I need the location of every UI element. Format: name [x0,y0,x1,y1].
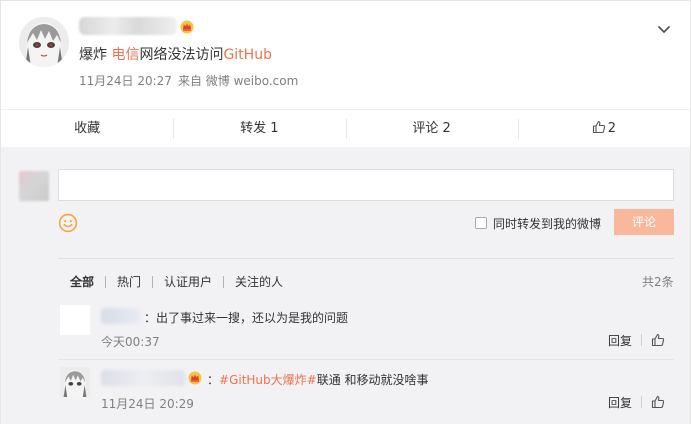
submit-comment-button[interactable]: 评论 [614,209,674,235]
comment-text-rest: 联通 和移动就没啥事 [316,373,429,387]
post-source[interactable]: 来自 微博 weibo.com [178,74,298,88]
filter-separator [152,275,154,288]
comment-input[interactable] [58,169,674,201]
post-text-prefix: 爆炸 [79,47,112,63]
comment-divider [58,359,674,360]
post-text-middle: 网络没法访问 [139,47,224,63]
thumbs-up-icon [592,120,605,133]
post-time[interactable]: 11月24日 20:27 [79,74,172,88]
divider [58,258,674,259]
filter-following[interactable]: 关注的人 [235,273,283,290]
my-avatar [19,171,49,201]
filter-separator [223,275,225,288]
hashtag-link[interactable]: #GitHub大爆炸# [219,373,317,387]
comment-section: 同时转发到我的微博 评论 全部 热门 认证用户 关注的人 共2条 ：出了事过来一… [1,147,690,424]
emoji-icon[interactable] [58,213,78,233]
comment-time: 今天00:37 [101,335,160,349]
commenter-name-blurred[interactable] [101,370,185,386]
forward-checkbox[interactable] [475,217,487,229]
reply-button[interactable]: 回复 [608,394,632,411]
action-separator [641,396,642,408]
action-separator [641,334,642,346]
post-content: 爆炸 电信网络没法访问GitHub [79,44,272,64]
comment-filters: 全部 热门 认证用户 关注的人 [70,273,283,290]
commenter-avatar[interactable] [60,305,90,335]
like-count: 2 [607,120,617,136]
filter-separator [105,275,107,288]
thumbs-up-icon[interactable] [651,395,665,409]
comment-total: 共2条 [642,275,674,289]
repost-label: 转发 1 [240,120,279,136]
vip-crown-icon [188,371,202,385]
favorite-label: 收藏 [74,120,101,136]
commenter-avatar[interactable] [60,367,90,397]
commenter-name-blurred[interactable] [101,308,141,324]
comment-label: 评论 2 [412,120,451,136]
filter-hot[interactable]: 热门 [117,273,141,290]
comment-text: ：出了事过来一搜，还以为是我的问题 [144,311,349,325]
chevron-down-icon[interactable] [656,21,672,37]
post-link-telecom[interactable]: 电信 [111,47,139,63]
reply-button[interactable]: 回复 [608,332,632,349]
like-button[interactable]: 2 [517,118,690,139]
author-name-blurred[interactable] [79,17,177,35]
action-bar: 收藏 转发 1 评论 2 2 [1,109,690,147]
forward-label[interactable]: 同时转发到我的微博 [493,215,601,232]
filter-verified[interactable]: 认证用户 [164,273,212,290]
post-meta: 11月24日 20:27 来自 微博 weibo.com [79,72,298,89]
filter-all[interactable]: 全部 [70,273,94,290]
post-link-github[interactable]: GitHub [223,47,272,63]
thumbs-up-icon[interactable] [651,333,665,347]
comment-button[interactable]: 评论 2 [345,118,518,139]
comment-text: ：#GitHub大爆炸#联通 和移动就没啥事 [207,371,429,388]
favorite-button[interactable]: 收藏 [1,119,173,139]
author-avatar[interactable] [19,17,69,67]
weibo-post-card: 爆炸 电信网络没法访问GitHub 11月24日 20:27 来自 微博 weib… [0,0,691,424]
vip-crown-icon [180,20,194,34]
repost-button[interactable]: 转发 1 [173,118,345,139]
comment-time: 11月24日 20:29 [101,397,194,411]
colon: ： [207,373,220,387]
